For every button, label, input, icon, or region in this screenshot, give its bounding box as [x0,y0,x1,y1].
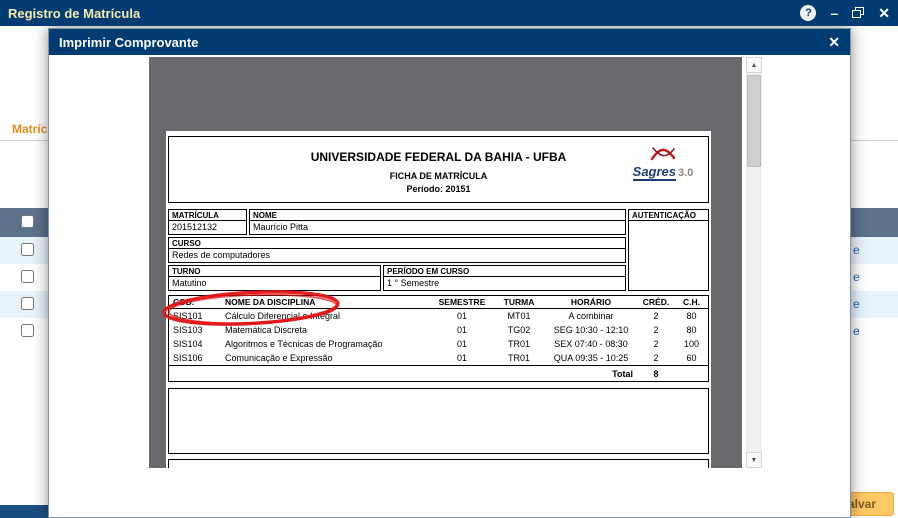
field-label: MATRÍCULA [169,210,246,221]
discipline-row: SIS106 Comunicação e Expressão 01 TR01 Q… [169,351,708,365]
cell-ch: 80 [686,325,697,335]
logo-brand: Sagres [632,164,677,181]
print-preview-area: UNIVERSIDADE FEDERAL DA BAHIA - UFBA FIC… [149,57,742,468]
cell-cod: SIS104 [173,339,203,349]
minimize-icon[interactable]: – [830,6,838,20]
row-link[interactable]: e [853,324,860,338]
scrollbar-thumb[interactable] [747,75,761,167]
cell-ch: 60 [686,353,697,363]
total-value: 8 [653,368,659,379]
field-turno: TURNO Matutino [168,265,381,291]
cell-ch: 100 [683,339,700,349]
cell-cod: SIS103 [173,325,203,335]
scroll-down-icon[interactable]: ▼ [746,452,762,468]
row-link[interactable]: e [853,243,860,257]
field-label: TURNO [169,266,380,277]
period-label: Período: 20151 [406,184,471,194]
cell-semestre: 01 [456,311,467,321]
restore-icon[interactable] [852,6,865,20]
total-label: Total [612,368,633,379]
cell-semestre: 01 [456,325,467,335]
cell-turma: TR01 [507,339,530,349]
disciplines-total-row: Total 8 [169,365,708,381]
row-checkbox[interactable] [21,243,34,256]
field-value: 201512132 [172,222,218,232]
col-header: NOME DA DISCIPLINA [225,297,316,307]
observations-box [168,388,709,454]
select-all-checkbox[interactable] [21,215,34,228]
field-label: AUTENTICAÇÃO [629,210,708,221]
row-checkbox[interactable] [21,270,34,283]
document-header-box: UNIVERSIDADE FEDERAL DA BAHIA - UFBA FIC… [168,136,709,203]
col-header: CRÉD. [642,297,670,307]
field-autenticacao: AUTENTICAÇÃO [628,209,709,291]
col-header: SEMESTRE [438,297,486,307]
discipline-row: SIS101 Cálculo Diferencial e Integral 01… [169,309,708,323]
field-label: PERÍODO EM CURSO [384,266,625,277]
discipline-row: SIS104 Algoritmos e Técnicas de Programa… [169,337,708,351]
document-page: UNIVERSIDADE FEDERAL DA BAHIA - UFBA FIC… [162,131,711,468]
cell-cred: 2 [653,311,659,321]
field-curso: CURSO Redes de computadores [168,237,626,263]
cell-cod: SIS106 [173,353,203,363]
cell-horario: SEX 07:40 - 08:30 [554,339,628,349]
cell-semestre: 01 [456,339,467,349]
cell-horario: A combinar [568,311,614,321]
window-controls: ? – ✕ [800,5,890,21]
field-value: Redes de computadores [172,250,271,260]
row-checkbox[interactable] [21,297,34,310]
field-periodo-em-curso: PERÍODO EM CURSO 1 ° Semestre [383,265,626,291]
field-nome: NOME Maurício Pitta [249,209,626,235]
dialog-header: Imprimir Comprovante ✕ [49,29,850,55]
row-link[interactable]: e [853,297,860,311]
window-title: Registro de Matrícula [8,5,141,21]
cell-nome: Algoritmos e Técnicas de Programação [225,339,383,349]
dialog-title: Imprimir Comprovante [59,34,199,50]
field-matricula: MATRÍCULA 201512132 [168,209,247,235]
cell-horario: QUA 09:35 - 10:25 [553,353,629,363]
signature-box [168,459,709,468]
field-label: CURSO [169,238,625,249]
discipline-row: SIS103 Matemática Discreta 01 TG02 SEG 1… [169,323,708,337]
cell-turma: TG02 [507,325,531,335]
scroll-up-icon[interactable]: ▲ [746,57,762,73]
student-fields: MATRÍCULA 201512132 NOME Maurício Pitta … [168,209,709,291]
cell-nome: Comunicação e Expressão [225,353,333,363]
field-label: NOME [250,210,625,221]
sagres-logo-mark-icon [650,147,676,161]
screen: Registro de Matrícula ? – ✕ Matrícula e [0,0,898,518]
col-header: COD. [173,297,195,307]
disciplines-header: COD. NOME DA DISCIPLINA SEMESTRE TURMA H… [169,296,708,309]
cell-turma: MT01 [507,311,531,321]
row-link[interactable]: e [853,270,860,284]
col-header: TURMA [503,297,535,307]
cell-ch: 80 [686,311,697,321]
cell-turma: TR01 [507,353,530,363]
cell-cod: SIS101 [173,311,203,321]
field-value: Maurício Pitta [253,222,309,232]
cell-horario: SEG 10:30 - 12:10 [553,325,629,335]
disciplines-table: COD. NOME DA DISCIPLINA SEMESTRE TURMA H… [168,295,709,382]
logo-version: 3.0 [678,167,694,179]
imprimir-comprovante-dialog: Imprimir Comprovante ✕ UNIVERSIDADE FEDE… [48,28,851,518]
help-icon[interactable]: ? [800,5,817,21]
cell-cred: 2 [653,339,659,349]
cell-nome: Cálculo Diferencial e Integral [225,311,341,321]
footer-strip [0,505,48,518]
field-value: 1 ° Semestre [387,278,440,288]
cell-cred: 2 [653,353,659,363]
row-checkbox[interactable] [21,324,34,337]
sagres-logo: Sagres 3.0 [626,145,700,181]
preview-scrollbar[interactable]: ▲ ▼ [746,57,762,468]
field-value: Matutino [172,278,207,288]
col-header: C.H. [683,297,700,307]
col-header: HORÁRIO [570,297,612,307]
dialog-close-icon[interactable]: ✕ [828,34,840,51]
cell-semestre: 01 [456,353,467,363]
cell-cred: 2 [653,325,659,335]
window-titlebar: Registro de Matrícula ? – ✕ [0,0,898,26]
window-close-icon[interactable]: ✕ [878,6,890,20]
cell-nome: Matemática Discreta [225,325,308,335]
